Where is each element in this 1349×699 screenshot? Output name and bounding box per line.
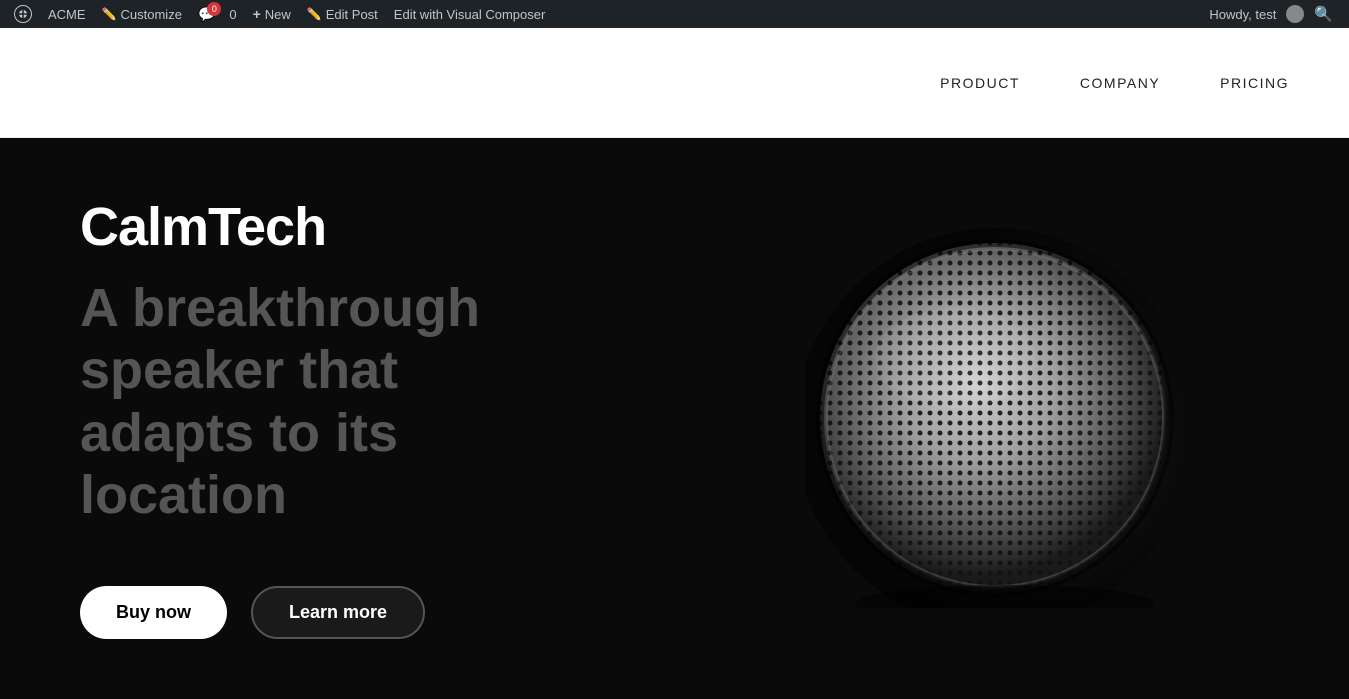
new-label: New xyxy=(265,7,291,22)
hero-section: CalmTech A breakthrough speaker that ada… xyxy=(0,138,1349,699)
comment-count-badge: 0 xyxy=(207,2,221,16)
admin-bar-right: Howdy, test 🔍 xyxy=(1203,5,1343,23)
acme-menu-item[interactable]: ACME xyxy=(40,0,94,28)
hero-image-area: // This won't run in SVG — dots are plac… xyxy=(640,138,1349,699)
nav-bar: PRODUCT COMPANY PRICING xyxy=(0,28,1349,138)
nav-pricing[interactable]: PRICING xyxy=(1220,75,1289,91)
edit-post-menu-item[interactable]: ✏️ Edit Post xyxy=(299,0,386,28)
buy-now-button[interactable]: Buy now xyxy=(80,586,227,639)
new-menu-item[interactable]: + New xyxy=(245,0,299,28)
speaker-image: // This won't run in SVG — dots are plac… xyxy=(805,228,1185,608)
nav-company[interactable]: COMPANY xyxy=(1080,75,1160,91)
howdy-text: Howdy, test xyxy=(1203,7,1282,22)
acme-label: ACME xyxy=(48,7,86,22)
visual-composer-label: Edit with Visual Composer xyxy=(394,7,546,22)
customize-icon: ✏️ xyxy=(102,7,117,21)
admin-bar: ACME ✏️ Customize 💬 0 0 + New ✏️ Edit Po… xyxy=(0,0,1349,28)
hero-buttons: Buy now Learn more xyxy=(80,566,580,639)
customize-label: Customize xyxy=(121,7,182,22)
nav-product[interactable]: PRODUCT xyxy=(940,75,1020,91)
nav-links: PRODUCT COMPANY PRICING xyxy=(940,75,1289,91)
learn-more-button[interactable]: Learn more xyxy=(251,586,425,639)
pencil-icon: ✏️ xyxy=(307,7,322,21)
plus-icon: + xyxy=(253,6,261,22)
hero-brand: CalmTech xyxy=(80,198,580,257)
hero-content: CalmTech A breakthrough speaker that ada… xyxy=(0,138,640,699)
search-icon[interactable]: 🔍 xyxy=(1304,5,1343,23)
customize-menu-item[interactable]: ✏️ Customize xyxy=(94,0,190,28)
avatar[interactable] xyxy=(1286,5,1304,23)
visual-composer-menu-item[interactable]: Edit with Visual Composer xyxy=(386,0,554,28)
comment-icon: 💬 0 xyxy=(198,6,215,23)
comment-count-label: 0 xyxy=(229,7,236,22)
edit-post-label: Edit Post xyxy=(326,7,378,22)
comments-menu-item[interactable]: 💬 0 0 xyxy=(190,0,245,28)
hero-tagline: A breakthrough speaker that adapts to it… xyxy=(80,277,580,525)
wp-logo-item[interactable] xyxy=(6,0,40,28)
wordpress-icon xyxy=(14,5,32,23)
